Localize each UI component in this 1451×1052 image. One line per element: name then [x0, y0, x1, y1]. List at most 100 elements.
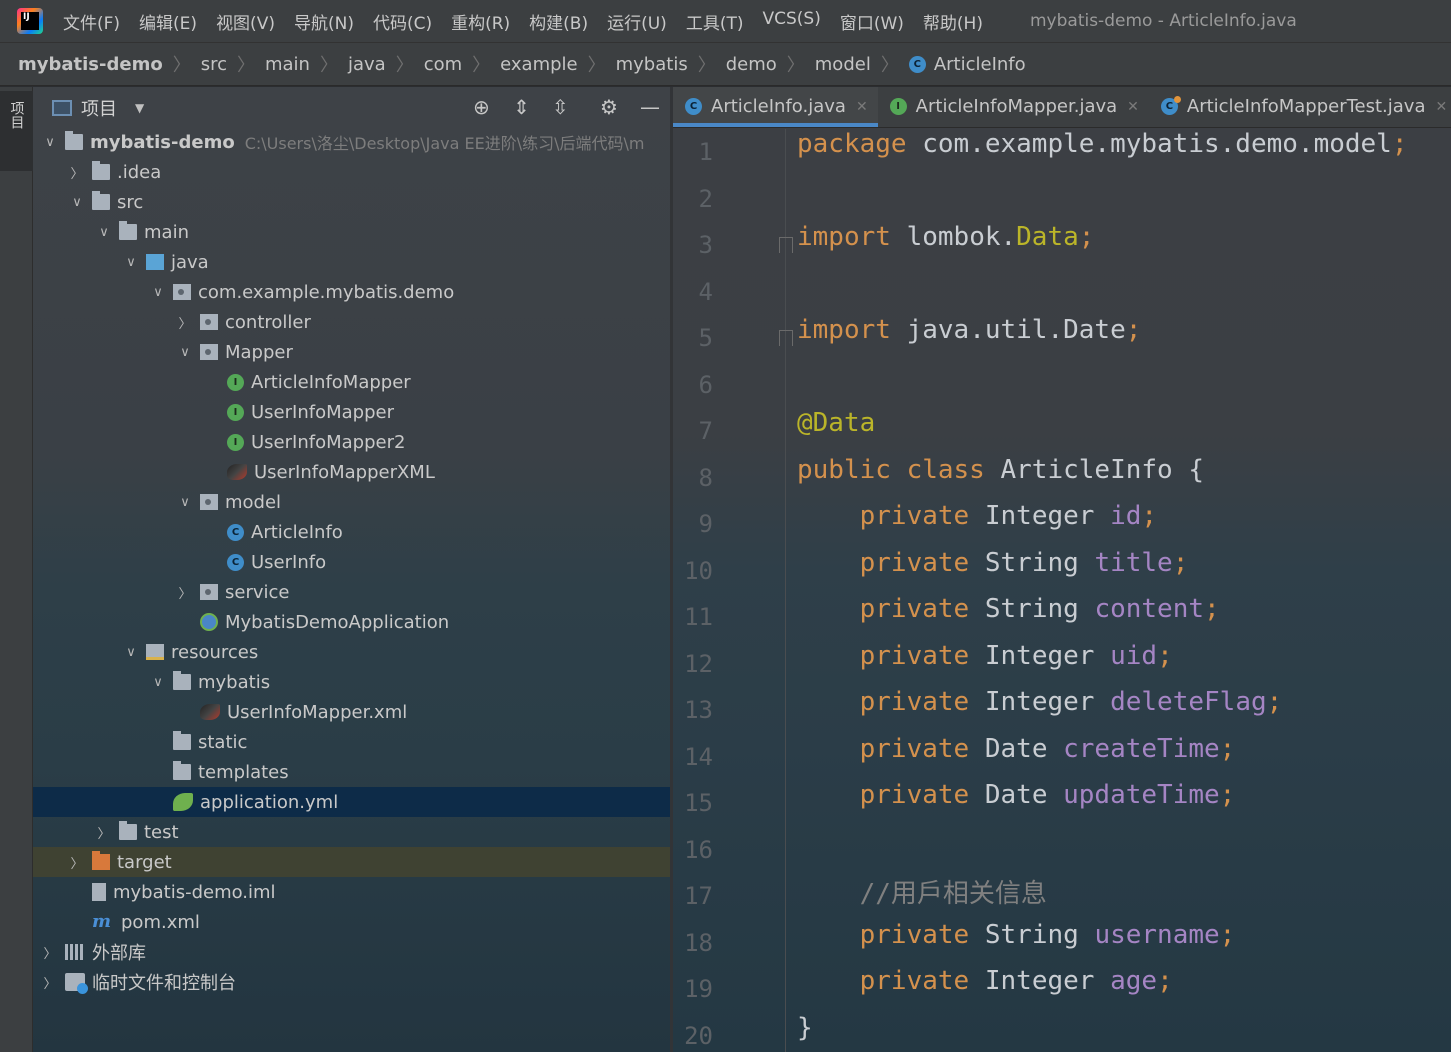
- project-panel-title[interactable]: 项目: [81, 95, 117, 121]
- breadcrumb-item[interactable]: model: [815, 54, 871, 75]
- chevron-down-icon[interactable]: ∨: [151, 285, 165, 300]
- menu-item[interactable]: 构建(B): [529, 9, 588, 34]
- package-icon: [200, 584, 218, 600]
- chevron-right-icon[interactable]: 〉: [97, 823, 111, 842]
- mybatis-bird-icon: [200, 704, 220, 720]
- project-tool-window-button[interactable]: 项目: [0, 91, 33, 171]
- menu-item[interactable]: VCS(S): [762, 9, 820, 34]
- tree-item[interactable]: ∨ mybatis: [33, 667, 670, 697]
- breadcrumb-item[interactable]: java: [348, 54, 386, 75]
- tree-item[interactable]: 〉 外部库: [33, 937, 670, 967]
- menu-item[interactable]: 代码(C): [373, 9, 432, 34]
- close-tab-icon[interactable]: ✕: [856, 99, 868, 115]
- code-area[interactable]: package com.example.mybatis.demo.model; i…: [779, 129, 1451, 1052]
- tree-item[interactable]: 〉 controller: [33, 307, 670, 337]
- breadcrumb-separator-icon: 〉: [587, 55, 606, 76]
- code-line: package com.example.mybatis.demo.model;: [797, 129, 1408, 175]
- tree-item[interactable]: m pom.xml: [33, 907, 670, 937]
- menu-item[interactable]: 导航(N): [294, 9, 354, 34]
- breadcrumb-item[interactable]: src: [201, 54, 227, 75]
- menu-item[interactable]: 重构(R): [451, 9, 510, 34]
- gear-icon[interactable]: ⚙: [600, 95, 618, 119]
- fold-marker-icon[interactable]: [779, 237, 793, 253]
- tree-item[interactable]: ∨ model: [33, 487, 670, 517]
- tree-item[interactable]: 〉 target: [33, 847, 670, 877]
- editor-tab[interactable]: C ArticleInfoMapperTest.java ✕: [1149, 87, 1451, 127]
- breadcrumb-item[interactable]: example: [500, 54, 577, 75]
- tree-item[interactable]: ∨ main: [33, 217, 670, 247]
- tree-item[interactable]: I UserInfoMapper2: [33, 427, 670, 457]
- locate-file-icon[interactable]: ⊕: [473, 95, 490, 119]
- tree-item[interactable]: 〉 service: [33, 577, 670, 607]
- editor-tab[interactable]: C ArticleInfo.java ✕: [673, 87, 878, 127]
- interface-icon: I: [227, 403, 244, 421]
- close-tab-icon[interactable]: ✕: [1435, 99, 1447, 115]
- tree-item[interactable]: ∨ src: [33, 187, 670, 217]
- tree-item[interactable]: 〉 .idea: [33, 157, 670, 187]
- chevron-down-icon[interactable]: ∨: [97, 225, 111, 240]
- tree-item[interactable]: application.yml: [33, 787, 670, 817]
- collapse-all-icon[interactable]: ⇳: [552, 95, 569, 119]
- close-tab-icon[interactable]: ✕: [1127, 99, 1139, 115]
- tree-item[interactable]: I ArticleInfoMapper: [33, 367, 670, 397]
- tree-item[interactable]: MybatisDemoApplication: [33, 607, 670, 637]
- tree-item[interactable]: static: [33, 727, 670, 757]
- menu-item[interactable]: 文件(F): [63, 9, 120, 34]
- code-token: ;: [1266, 687, 1283, 717]
- breadcrumb-item[interactable]: com: [424, 54, 462, 75]
- tree-item-label: MybatisDemoApplication: [225, 611, 450, 633]
- chevron-down-icon[interactable]: ▼: [135, 101, 144, 115]
- breadcrumb-item[interactable]: main: [265, 54, 310, 75]
- menu-item[interactable]: 帮助(H): [923, 9, 983, 34]
- tree-item[interactable]: I UserInfoMapper: [33, 397, 670, 427]
- tree-item[interactable]: C ArticleInfo: [33, 517, 670, 547]
- chevron-right-icon[interactable]: 〉: [43, 973, 57, 992]
- chevron-down-icon[interactable]: ∨: [43, 135, 57, 150]
- chevron-right-icon[interactable]: 〉: [70, 163, 84, 182]
- chevron-down-icon[interactable]: ∨: [124, 645, 138, 660]
- expand-all-icon[interactable]: ⇕: [513, 95, 530, 119]
- hide-panel-icon[interactable]: —: [640, 95, 660, 119]
- tree-item[interactable]: ∨ resources: [33, 637, 670, 667]
- breadcrumb-item[interactable]: demo: [726, 54, 777, 75]
- line-number: 9: [698, 510, 713, 538]
- chevron-down-icon[interactable]: ∨: [151, 675, 165, 690]
- menu-item[interactable]: 视图(V): [216, 9, 275, 34]
- tree-item[interactable]: templates: [33, 757, 670, 787]
- tree-item[interactable]: ∨ com.example.mybatis.demo: [33, 277, 670, 307]
- tree-item[interactable]: UserInfoMapperXML: [33, 457, 670, 487]
- breadcrumb-item[interactable]: mybatis-demo: [18, 54, 163, 75]
- chevron-down-icon[interactable]: ∨: [124, 255, 138, 270]
- tree-item[interactable]: C UserInfo: [33, 547, 670, 577]
- code-token: Integer: [969, 966, 1111, 996]
- menu-item[interactable]: 编辑(E): [139, 9, 197, 34]
- tree-item[interactable]: ∨ mybatis-demo C:\Users\洛尘\Desktop\Java EE…: [33, 127, 670, 157]
- tree-item-label: src: [117, 191, 144, 213]
- chevron-right-icon[interactable]: 〉: [43, 943, 57, 962]
- chevron-down-icon[interactable]: ∨: [178, 345, 192, 360]
- chevron-right-icon[interactable]: 〉: [178, 313, 192, 332]
- tree-item-label: mybatis-demo.iml: [113, 881, 276, 903]
- tree-item[interactable]: mybatis-demo.iml: [33, 877, 670, 907]
- menu-item[interactable]: 窗口(W): [840, 9, 904, 34]
- chevron-right-icon[interactable]: 〉: [70, 853, 84, 872]
- tree-item[interactable]: 〉 临时文件和控制台: [33, 967, 670, 997]
- menu-bar: IJ 文件(F) 编辑(E) 视图(V) 导航(N) 代码(C) 重构(R) 构建(B) 运行…: [0, 0, 1451, 42]
- tree-item[interactable]: ∨ java: [33, 247, 670, 277]
- chevron-right-icon[interactable]: 〉: [178, 583, 192, 602]
- tree-item[interactable]: 〉 test: [33, 817, 670, 847]
- tree-item[interactable]: UserInfoMapper.xml: [33, 697, 670, 727]
- chevron-down-icon[interactable]: ∨: [70, 195, 84, 210]
- breadcrumb-item[interactable]: ArticleInfo: [934, 54, 1026, 75]
- breadcrumb-item[interactable]: mybatis: [616, 54, 688, 75]
- gutter-divider: [785, 129, 786, 1052]
- menu-item[interactable]: 运行(U): [607, 9, 667, 34]
- editor-tab[interactable]: I ArticleInfoMapper.java ✕: [878, 87, 1149, 127]
- tree-item[interactable]: ∨ Mapper: [33, 337, 670, 367]
- menu-item[interactable]: 工具(T): [686, 9, 744, 34]
- folder-icon: [173, 671, 191, 690]
- chevron-down-icon[interactable]: ∨: [178, 495, 192, 510]
- fold-marker-icon[interactable]: [779, 330, 793, 346]
- intellij-logo-icon[interactable]: IJ: [17, 8, 43, 34]
